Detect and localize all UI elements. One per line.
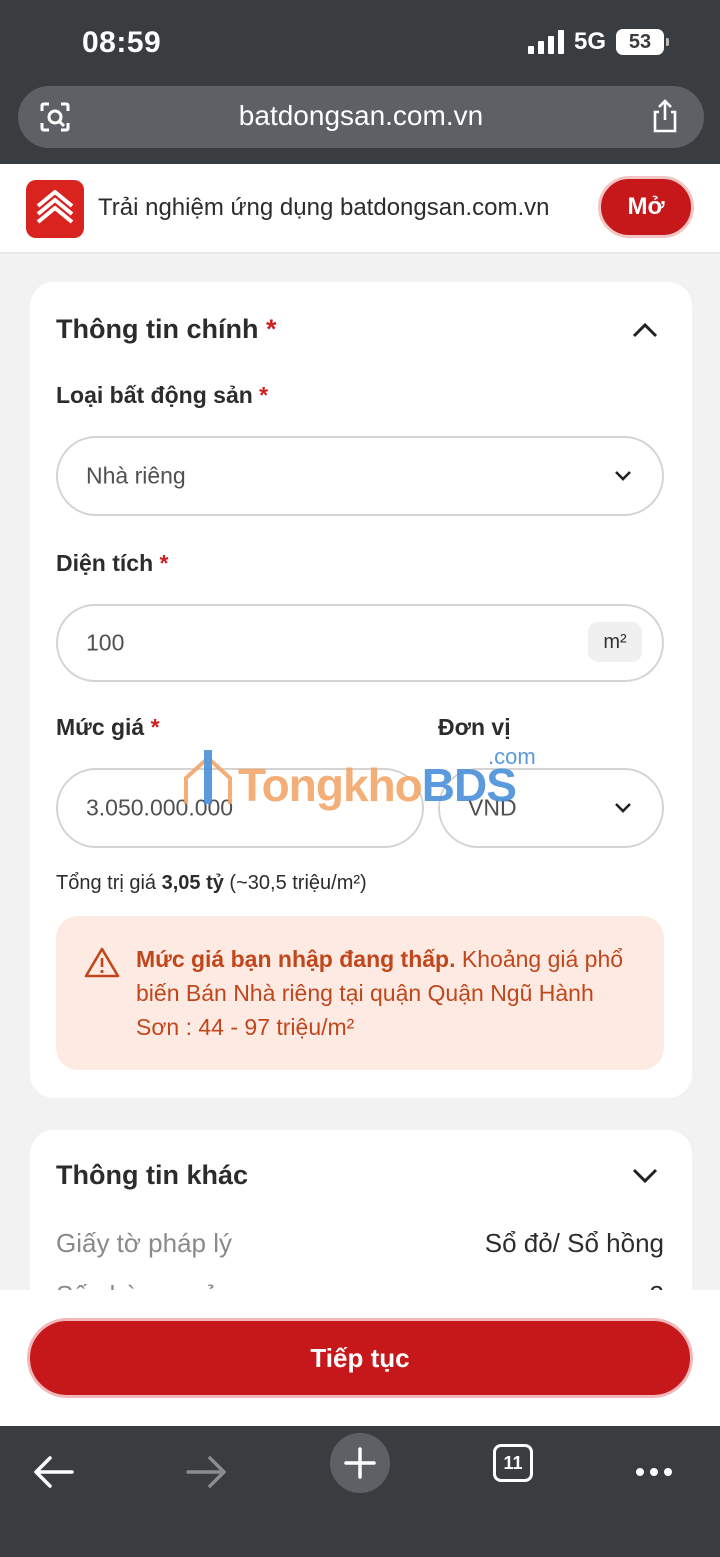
bottom-action-bar: Tiếp tục: [0, 1290, 720, 1426]
total-suffix: (~30,5 triệu/m²): [223, 872, 367, 894]
main-info-card: Thông tin chính * Loại bất động sản * Nh…: [30, 282, 692, 1098]
status-indicators: 5G 53: [527, 28, 669, 56]
legal-docs-label: Giấy tờ pháp lý: [56, 1228, 233, 1258]
total-value-text: Tổng trị giá 3,05 tỷ (~30,5 triệu/m²): [56, 872, 367, 895]
property-type-select[interactable]: Nhà riêng: [56, 436, 664, 516]
network-type: 5G: [573, 28, 606, 55]
chevron-down-icon: [615, 471, 631, 481]
area-label: Diện tích *: [56, 550, 168, 577]
property-type-value: Nhà riêng: [86, 462, 186, 489]
more-options-icon[interactable]: [620, 1436, 690, 1506]
continue-button[interactable]: Tiếp tục: [27, 1318, 693, 1398]
area-unit-badge: m²: [588, 622, 642, 662]
price-label-text: Mức giá: [56, 714, 145, 740]
plus-icon: [344, 1447, 376, 1479]
tabs-button[interactable]: 11: [493, 1444, 533, 1482]
warning-icon: [84, 947, 120, 978]
house-logo-icon: [36, 190, 74, 224]
property-type-label: Loại bất động sản *: [56, 382, 268, 409]
url-text[interactable]: batdongsan.com.vn: [18, 100, 704, 132]
app-install-banner: Trải nghiệm ứng dụng batdongsan.com.vn M…: [0, 164, 720, 254]
back-arrow-icon[interactable]: [18, 1436, 88, 1506]
status-time: 08:59: [82, 26, 162, 59]
watermark-suffix: .com: [488, 744, 536, 769]
open-app-button[interactable]: Mở: [598, 176, 694, 238]
main-info-title[interactable]: Thông tin chính *: [56, 314, 276, 345]
app-banner-text: Trải nghiệm ứng dụng batdongsan.com.vn: [98, 194, 550, 221]
price-label: Mức giá *: [56, 714, 160, 741]
total-prefix: Tổng trị giá: [56, 872, 162, 894]
watermark-brand: TongkhoBDS: [238, 758, 517, 812]
app-logo: [26, 180, 84, 238]
main-info-title-text: Thông tin chính: [56, 314, 259, 344]
required-mark: *: [150, 714, 160, 740]
required-mark: *: [159, 550, 169, 576]
total-amount: 3,05 tỷ: [161, 872, 224, 894]
chevron-down-icon: [615, 803, 631, 813]
browser-toolbar: 11: [0, 1426, 720, 1557]
property-type-label-text: Loại bất động sản: [56, 382, 253, 408]
area-label-text: Diện tích: [56, 550, 154, 576]
currency-label: Đơn vị: [438, 714, 511, 740]
area-input[interactable]: 100 m²: [56, 604, 664, 682]
low-price-warning: Mức giá bạn nhập đang thấp. Khoảng giá p…: [56, 916, 664, 1070]
signal-icon: [527, 30, 564, 54]
forward-arrow-icon[interactable]: [172, 1436, 242, 1506]
watermark-brand-part1: Tongkho: [238, 759, 423, 811]
chevron-up-icon[interactable]: [632, 322, 658, 338]
other-info-title[interactable]: Thông tin khác: [56, 1160, 248, 1191]
warning-text: Mức giá bạn nhập đang thấp. Khoảng giá p…: [136, 942, 636, 1044]
required-mark: *: [265, 314, 277, 344]
watermark-house-icon: [184, 750, 232, 804]
watermark: TongkhoBDS .com: [180, 744, 550, 814]
new-tab-button[interactable]: [330, 1433, 390, 1493]
legal-docs-value[interactable]: Sổ đỏ/ Sổ hồng: [485, 1228, 664, 1259]
warning-bold-text: Mức giá bạn nhập đang thấp.: [136, 946, 456, 972]
share-icon[interactable]: [648, 98, 682, 134]
address-bar[interactable]: batdongsan.com.vn: [18, 86, 704, 148]
battery-icon: 53: [616, 29, 669, 55]
required-mark: *: [259, 382, 269, 408]
area-value: 100: [86, 629, 125, 656]
browser-top-bar: 08:59 5G 53 batdongsan.com.vn: [0, 0, 720, 164]
chevron-down-icon[interactable]: [632, 1168, 658, 1184]
